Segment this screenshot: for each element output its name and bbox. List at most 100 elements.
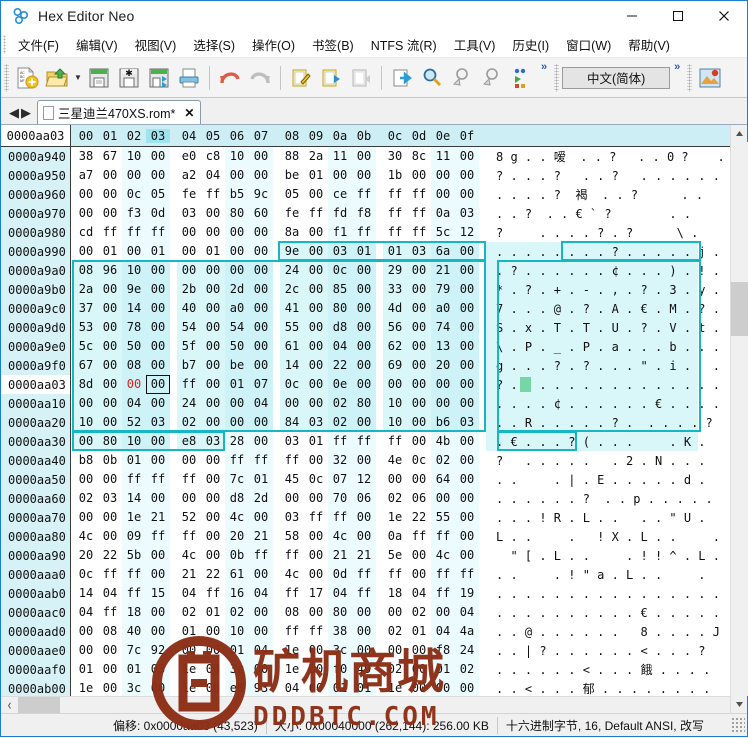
hex-byte-cell[interactable]: 00 (98, 508, 122, 527)
hex-byte-cell[interactable]: 92 (146, 641, 170, 660)
hex-byte-cell[interactable]: 64 (431, 470, 455, 489)
hex-byte-cell[interactable]: 03 (177, 204, 201, 223)
ascii-cell[interactable]: . . . . ? 褐 . . ? . . (486, 185, 703, 204)
hex-byte-cell[interactable]: 03 (455, 204, 479, 223)
hex-byte-cell[interactable]: 88 (280, 147, 304, 166)
hex-byte-cell[interactable]: ff (352, 185, 376, 204)
hex-byte-cell[interactable]: 02 (383, 660, 407, 679)
hex-byte-cell[interactable]: 55 (431, 508, 455, 527)
hex-byte-cell[interactable]: 00 (249, 356, 273, 375)
hex-byte-cells[interactable]: 00 00 1e 21 52 00 4c 00 03 ff ff 00 1e 22 55 00 (71, 508, 486, 527)
hex-row[interactable]: 0000aad0 00 08 40 00 01 00 10 00 ff ff 38 00 02 01 04 4a… (1, 622, 730, 641)
hex-byte-cell[interactable]: 00 (407, 166, 431, 185)
hex-byte-cells[interactable]: cd ff ff ff 00 00 00 00 8a 00 f1 ff ff ff 5c 12 (71, 223, 486, 242)
hex-byte-cell[interactable]: ff (280, 451, 304, 470)
hex-row[interactable]: 0000aa50 00 00 ff ff ff 00 7c 01 45 0c 07 12 00 00 64 00… (1, 470, 730, 489)
encoding-select[interactable]: 中文(简体) (562, 66, 671, 89)
hex-byte-cell[interactable]: 04 (74, 603, 98, 622)
hex-byte-cell[interactable]: 00 (122, 242, 146, 261)
hex-byte-cell[interactable]: f1 (328, 223, 352, 242)
hex-byte-cell[interactable]: ff (352, 432, 376, 451)
hex-byte-cells[interactable]: b8 0b 01 00 00 00 ff ff ff 00 32 00 4e 0c 02 00 (71, 451, 486, 470)
hex-byte-cell[interactable]: 04 (328, 337, 352, 356)
hex-byte-cell[interactable]: 4c (431, 546, 455, 565)
hex-row[interactable]: 0000a9e0 5c 00 50 00 5f 00 50 00 61 00 04 00 62 00 13 00… (1, 337, 730, 356)
hex-byte-cell[interactable]: 4d (383, 299, 407, 318)
hex-byte-cell[interactable]: 00 (146, 622, 170, 641)
hex-byte-cell[interactable]: 24 (280, 261, 304, 280)
hex-byte-cell[interactable]: 61 (225, 565, 249, 584)
hex-byte-cell[interactable]: 00 (407, 299, 431, 318)
hex-byte-cell[interactable]: 10 (383, 413, 407, 432)
hex-byte-cell[interactable]: 4c (74, 527, 98, 546)
ascii-cell[interactable]: . . . . . . ? . . p . . . . . (486, 489, 713, 508)
hex-byte-cell[interactable]: 00 (455, 508, 479, 527)
hex-byte-cell[interactable]: 01 (352, 679, 376, 696)
ascii-cell[interactable]: " [ . L . . . ! ! ^ . L . (486, 546, 720, 565)
hex-byte-cell[interactable]: 9e (122, 280, 146, 299)
hex-byte-cell[interactable]: 00 (225, 261, 249, 280)
ascii-cell[interactable]: . . < . . . 郁 . . . . . . . . (486, 679, 710, 696)
hex-byte-cells[interactable]: 00 00 ff ff ff 00 7c 01 45 0c 07 12 00 00 64 00 (71, 470, 486, 489)
hex-byte-cell[interactable]: 67 (98, 147, 122, 166)
hex-byte-cell[interactable]: 00 (98, 337, 122, 356)
hex-byte-cell[interactable]: ff (177, 375, 201, 394)
hex-byte-cell[interactable]: ff (431, 527, 455, 546)
hex-byte-cell[interactable]: 1e (280, 641, 304, 660)
hex-byte-cell[interactable]: 01 (201, 603, 225, 622)
hex-byte-cell[interactable]: 00 (352, 527, 376, 546)
hex-byte-cell[interactable]: 00 (304, 641, 328, 660)
hex-byte-cell[interactable]: 00 (455, 489, 479, 508)
ascii-cell[interactable]: ? . . . . . . . . . . . . . . . (486, 375, 720, 394)
hex-byte-cell[interactable]: 0e (328, 375, 352, 394)
hex-byte-cell[interactable]: b8 (74, 451, 98, 470)
hex-byte-cell[interactable]: 00 (304, 546, 328, 565)
hex-byte-cell[interactable]: 5e (383, 546, 407, 565)
hex-row[interactable]: 0000aa70 00 00 1e 21 52 00 4c 00 03 ff ff 00 1e 22 55 00… (1, 508, 730, 527)
hex-byte-cell[interactable]: 00 (407, 470, 431, 489)
hex-byte-cell[interactable]: 00 (407, 261, 431, 280)
hex-byte-cell[interactable]: 01 (146, 242, 170, 261)
hex-row[interactable]: 0000a970 00 00 f3 0d 03 00 80 60 fe ff fd f8 ff ff 0a 03… (1, 204, 730, 223)
hex-byte-cells[interactable]: 10 00 52 03 02 00 00 00 84 03 02 00 10 00 b6 03 (71, 413, 486, 432)
hex-byte-cells[interactable]: 00 00 0c 05 fe ff b5 9c 05 00 ce ff ff ff 00 00 (71, 185, 486, 204)
hex-byte-cell[interactable]: 00 (352, 299, 376, 318)
hex-byte-cell[interactable]: 0b (98, 451, 122, 470)
hex-byte-cell[interactable]: 00 (455, 375, 479, 394)
hex-byte-cell[interactable]: 00 (249, 603, 273, 622)
hex-byte-cell[interactable]: 00 (352, 451, 376, 470)
hex-byte-cell[interactable]: 03 (455, 413, 479, 432)
hex-byte-cell[interactable]: 10 (122, 261, 146, 280)
hex-byte-cell[interactable]: 13 (431, 337, 455, 356)
document-tab-close-icon[interactable]: ✕ (184, 106, 194, 120)
hex-byte-cell[interactable]: 80 (98, 432, 122, 451)
hex-byte-cell[interactable]: 01 (407, 622, 431, 641)
hex-byte-cell[interactable]: 00 (352, 166, 376, 185)
hex-byte-cells[interactable]: 00 08 40 00 01 00 10 00 ff ff 38 00 02 01 04 4a (71, 622, 486, 641)
hex-byte-cell[interactable]: 2a (74, 280, 98, 299)
hex-byte-cell[interactable]: 00 (225, 223, 249, 242)
ascii-cell[interactable]: . . . . . . . . ? . . . . . j . (486, 242, 720, 261)
hex-byte-cell[interactable]: 30 (383, 147, 407, 166)
hex-byte-cell[interactable]: 41 (280, 299, 304, 318)
hex-byte-cell[interactable]: 02 (328, 394, 352, 413)
hex-byte-cell[interactable]: 04 (98, 584, 122, 603)
ascii-cell[interactable]: ? . . . . ? . ? \ . (486, 223, 698, 242)
hex-byte-cell[interactable]: ff (383, 204, 407, 223)
hex-row[interactable]: 0000aab0 14 04 ff 15 04 ff 16 04 ff 17 04 ff 18 04 ff 19… (1, 584, 730, 603)
hex-byte-cells[interactable]: 37 00 14 00 40 00 a0 00 41 00 80 00 4d 00 a0 00 (71, 299, 486, 318)
hex-byte-cell[interactable]: 40 (122, 622, 146, 641)
hex-byte-cell[interactable]: a0 (431, 299, 455, 318)
hex-byte-cell[interactable]: 01 (225, 375, 249, 394)
hex-byte-cell[interactable]: 02 (328, 413, 352, 432)
hex-row[interactable]: 0000a960 00 00 0c 05 fe ff b5 9c 05 00 ce ff ff ff 00 00… (1, 185, 730, 204)
hex-byte-cell[interactable]: 00 (146, 679, 170, 696)
hex-byte-cell[interactable]: be (225, 356, 249, 375)
hex-byte-cells[interactable]: 00 00 f3 0d 03 00 80 60 fe ff fd f8 ff ff 0a 03 (71, 204, 486, 223)
hex-byte-cell[interactable]: 04 (407, 584, 431, 603)
hex-byte-cell[interactable]: 00 (177, 451, 201, 470)
hex-byte-cell[interactable]: ff (98, 603, 122, 622)
hex-byte-cell[interactable]: 03 (304, 413, 328, 432)
hex-byte-cell[interactable]: 00 (455, 185, 479, 204)
hex-byte-cell[interactable]: 08 (74, 261, 98, 280)
